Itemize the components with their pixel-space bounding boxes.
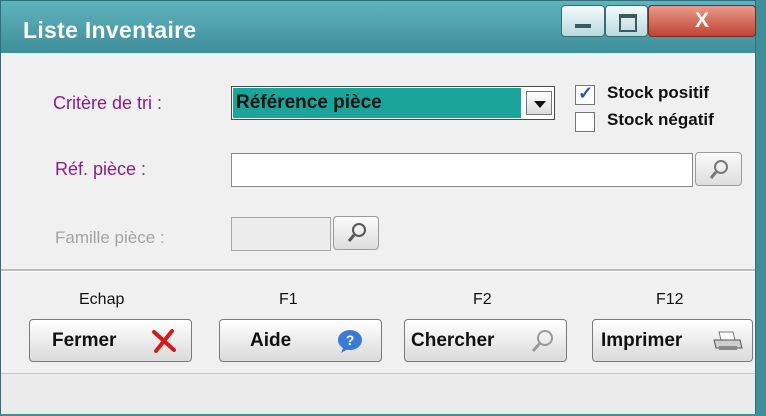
help-icon: ? <box>338 330 362 353</box>
minimize-icon <box>575 24 591 28</box>
stock-negative-checkbox[interactable] <box>575 112 595 132</box>
key-hint-help: F1 <box>279 291 298 308</box>
chevron-down-icon[interactable] <box>526 91 552 115</box>
svg-text:?: ? <box>346 332 355 348</box>
close-button[interactable]: X <box>648 5 756 37</box>
magnifier-icon <box>347 223 366 242</box>
inventory-window: Liste Inventaire X Critère de tri : Réfé… <box>0 0 756 414</box>
key-hint-print: F12 <box>656 291 684 308</box>
checkmark-icon: ✓ <box>578 83 594 103</box>
magnifier-icon <box>709 160 728 179</box>
close-icon: X <box>694 9 709 32</box>
title-bar[interactable]: Liste Inventaire X <box>1 1 756 53</box>
part-ref-input[interactable] <box>231 153 693 187</box>
part-family-search-button[interactable] <box>333 216 379 250</box>
printer-icon <box>713 331 743 350</box>
close-form-button[interactable]: Fermer <box>29 319 192 362</box>
stock-positive-checkbox[interactable]: ✓ <box>575 83 595 105</box>
magnifier-icon <box>531 330 553 352</box>
print-label: Imprimer <box>601 330 683 351</box>
maximize-button[interactable] <box>605 5 648 37</box>
separator <box>1 269 755 272</box>
stock-positive-label: Stock positif <box>607 83 710 102</box>
minimize-button[interactable] <box>561 5 605 37</box>
key-hint-search: F2 <box>473 291 492 308</box>
part-ref-search-button[interactable] <box>695 152 742 186</box>
stock-negative-label: Stock négatif <box>607 110 714 129</box>
part-ref-label: Réf. pièce : <box>55 159 147 179</box>
search-button[interactable]: Chercher <box>404 319 567 362</box>
part-family-label: Famille pièce : <box>55 228 165 247</box>
help-label: Aide <box>250 330 292 351</box>
red-x-icon <box>152 329 176 353</box>
help-button[interactable]: Aide ? <box>219 319 382 362</box>
maximize-icon <box>619 14 637 32</box>
window-title: Liste Inventaire <box>23 17 197 43</box>
close-form-label: Fermer <box>52 330 117 351</box>
key-hint-close: Echap <box>79 291 125 308</box>
sort-criteria-select[interactable]: Référence pièce <box>231 86 555 120</box>
sort-criteria-value: Référence pièce <box>233 88 521 118</box>
print-button[interactable]: Imprimer <box>592 319 753 362</box>
status-bar <box>1 373 755 414</box>
sort-criteria-label: Critère de tri : <box>53 93 163 113</box>
part-family-input[interactable] <box>231 217 331 251</box>
search-label: Chercher <box>411 330 495 351</box>
